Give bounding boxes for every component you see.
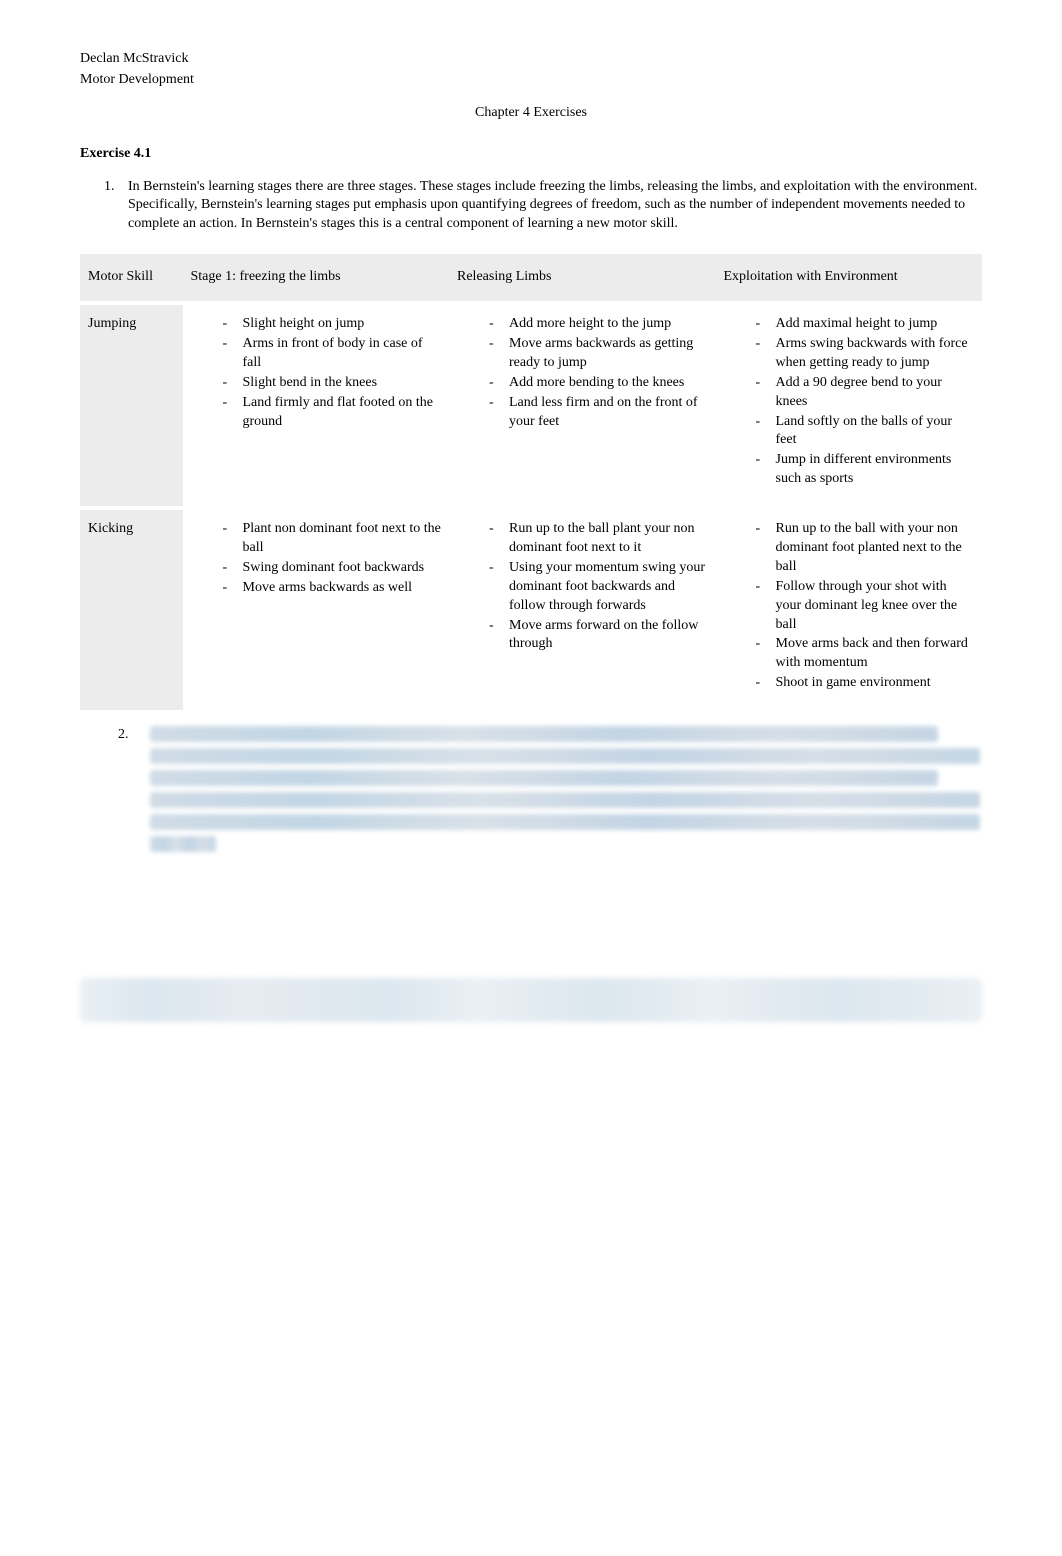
jumping-releasing-cell: Add more height to the jump Move arms ba… [449, 303, 716, 508]
table-header-row: Motor Skill Stage 1: freezing the limbs … [80, 253, 982, 303]
list-item: Slight bend in the knees [223, 374, 442, 393]
list-item: Swing dominant foot backwards [223, 559, 442, 578]
exercise-item-2-number: 2. [118, 726, 136, 745]
list-item: Move arms forward on the follow through [489, 617, 708, 655]
blurred-text-block [150, 726, 980, 858]
list-item: Shoot in game environment [756, 674, 975, 693]
header-motor-skill: Motor Skill [80, 253, 183, 303]
jumping-exploitation-cell: Add maximal height to jump Arms swing ba… [716, 303, 983, 508]
blurred-line [150, 836, 216, 852]
motor-skill-table: Motor Skill Stage 1: freezing the limbs … [80, 252, 982, 714]
list-item: Jump in different environments such as s… [756, 451, 975, 489]
list-item: Slight height on jump [223, 315, 442, 334]
list-item: Move arms back and then forward with mom… [756, 635, 975, 673]
list-item: Run up to the ball plant your non domina… [489, 520, 708, 558]
exercise-ordered-list: In Bernstein's learning stages there are… [80, 178, 982, 235]
table-row: Kicking Plant non dominant foot next to … [80, 508, 982, 712]
list-item: Land firmly and flat footed on the groun… [223, 394, 442, 432]
table-row: Jumping Slight height on jump Arms in fr… [80, 303, 982, 508]
list-item: Add more bending to the knees [489, 374, 708, 393]
blurred-line [150, 726, 939, 742]
chapter-title: Chapter 4 Exercises [80, 104, 982, 123]
header-releasing: Releasing Limbs [449, 253, 716, 303]
blurred-line [150, 748, 980, 764]
list-item: Move arms backwards as getting ready to … [489, 335, 708, 373]
exercise-item-1: In Bernstein's learning stages there are… [118, 178, 982, 235]
list-item: Add a 90 degree bend to your knees [756, 374, 975, 412]
blurred-line [150, 814, 980, 830]
list-item: Run up to the ball with your non dominan… [756, 520, 975, 577]
blurred-line [150, 770, 939, 786]
kicking-stage1-cell: Plant non dominant foot next to the ball… [183, 508, 450, 712]
list-item: Using your momentum swing your dominant … [489, 559, 708, 616]
list-item: Arms swing backwards with force when get… [756, 335, 975, 373]
list-item: Land less firm and on the front of your … [489, 394, 708, 432]
blurred-line [150, 792, 980, 808]
skill-name-kicking: Kicking [80, 508, 183, 712]
list-item: Follow through your shot with your domin… [756, 578, 975, 635]
list-item: Move arms backwards as well [223, 579, 442, 598]
author-name: Declan McStravick [80, 50, 982, 69]
jumping-stage1-cell: Slight height on jump Arms in front of b… [183, 303, 450, 508]
list-item: Arms in front of body in case of fall [223, 335, 442, 373]
list-item: Add maximal height to jump [756, 315, 975, 334]
list-item: Land softly on the balls of your feet [756, 413, 975, 451]
kicking-releasing-cell: Run up to the ball plant your non domina… [449, 508, 716, 712]
kicking-exploitation-cell: Run up to the ball with your non dominan… [716, 508, 983, 712]
list-item: Add more height to the jump [489, 315, 708, 334]
exercise-heading: Exercise 4.1 [80, 145, 982, 164]
skill-name-jumping: Jumping [80, 303, 183, 508]
list-item: Plant non dominant foot next to the ball [223, 520, 442, 558]
header-exploitation: Exploitation with Environment [716, 253, 983, 303]
blurred-bottom-row [80, 978, 982, 1022]
exercise-item-2-blurred: 2. [80, 726, 982, 858]
course-name: Motor Development [80, 71, 982, 90]
header-stage1: Stage 1: freezing the limbs [183, 253, 450, 303]
